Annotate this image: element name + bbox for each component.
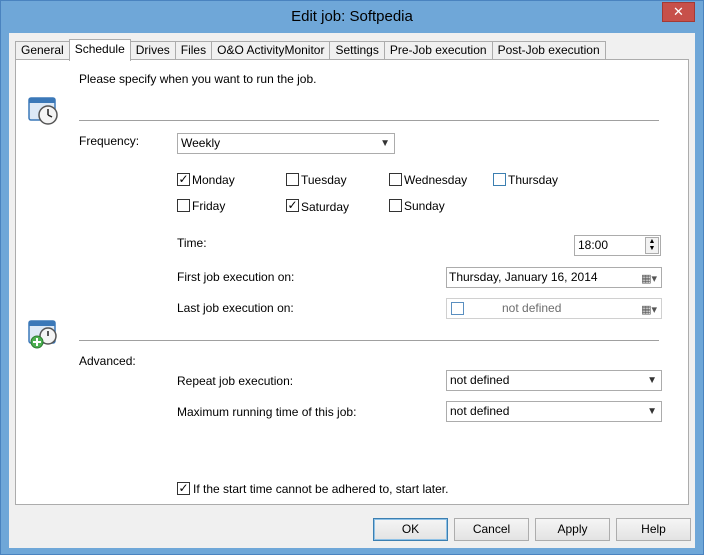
divider bbox=[79, 340, 659, 341]
close-button[interactable]: ✕ bbox=[662, 2, 695, 22]
schedule-clock-icon bbox=[28, 97, 58, 125]
last-execution-enable-checkbox[interactable] bbox=[451, 302, 464, 315]
tuesday-checkbox[interactable] bbox=[286, 173, 299, 186]
friday-checkbox[interactable] bbox=[177, 199, 190, 212]
time-value: 18:00 bbox=[578, 238, 609, 252]
max-running-time-select[interactable]: not defined ▼ bbox=[446, 401, 662, 422]
title-bar[interactable]: Edit job: Softpedia ✕ bbox=[1, 1, 703, 33]
repeat-execution-select[interactable]: not defined ▼ bbox=[446, 370, 662, 391]
tuesday-label: Tuesday bbox=[301, 173, 347, 187]
calendar-icon[interactable]: ▦▾ bbox=[641, 301, 657, 320]
thursday-checkbox[interactable] bbox=[493, 173, 506, 186]
ok-button[interactable]: OK bbox=[373, 518, 448, 541]
frequency-select[interactable]: Weekly ▼ bbox=[177, 133, 395, 154]
repeat-execution-value: not defined bbox=[450, 373, 510, 387]
tab-files[interactable]: Files bbox=[174, 41, 213, 60]
chevron-down-icon: ▼ bbox=[380, 138, 390, 149]
sunday-label: Sunday bbox=[404, 199, 445, 213]
tab-settings[interactable]: Settings bbox=[329, 41, 385, 60]
saturday-checkbox[interactable]: ✓ bbox=[286, 199, 299, 212]
chevron-down-icon: ▼ bbox=[647, 375, 657, 386]
apply-button[interactable]: Apply bbox=[535, 518, 610, 541]
check-icon: ✓ bbox=[178, 481, 189, 495]
sunday-checkbox[interactable] bbox=[389, 199, 402, 212]
check-icon: ✓ bbox=[287, 198, 298, 212]
frequency-value: Weekly bbox=[181, 136, 221, 150]
start-later-checkbox[interactable]: ✓ bbox=[177, 482, 190, 495]
saturday-label: Saturday bbox=[301, 200, 350, 214]
time-label: Time: bbox=[177, 236, 207, 250]
last-execution-label: Last job execution on: bbox=[177, 301, 294, 315]
repeat-execution-label: Repeat job execution: bbox=[177, 374, 294, 388]
first-execution-date-picker[interactable]: Thursday, January 16, 2014 ▦▾ bbox=[446, 267, 662, 288]
monday-label: Monday bbox=[192, 173, 235, 187]
spin-up-icon[interactable]: ▲ bbox=[646, 238, 658, 245]
friday-label: Friday bbox=[192, 199, 226, 213]
advanced-label: Advanced: bbox=[79, 354, 136, 368]
schedule-panel: Please specify when you want to run the … bbox=[15, 59, 689, 505]
wednesday-checkbox[interactable] bbox=[389, 173, 402, 186]
frequency-label: Frequency: bbox=[79, 134, 140, 148]
check-icon: ✓ bbox=[178, 172, 189, 186]
tab-strip: General Schedule Drives Files O&O Activi… bbox=[15, 39, 606, 61]
dialog-window: Edit job: Softpedia ✕ General Schedule D… bbox=[0, 0, 704, 555]
max-running-time-value: not defined bbox=[450, 404, 510, 418]
tab-schedule[interactable]: Schedule bbox=[68, 39, 131, 61]
cancel-button[interactable]: Cancel bbox=[454, 518, 529, 541]
close-icon: ✕ bbox=[673, 4, 684, 19]
dialog-client: General Schedule Drives Files O&O Activi… bbox=[9, 33, 695, 548]
help-button[interactable]: Help bbox=[616, 518, 691, 541]
tab-drives[interactable]: Drives bbox=[129, 41, 176, 60]
first-execution-value: Thursday, January 16, 2014 bbox=[449, 270, 598, 284]
first-execution-label: First job execution on: bbox=[177, 270, 295, 284]
spin-buttons[interactable]: ▲ ▼ bbox=[645, 237, 659, 254]
monday-checkbox[interactable]: ✓ bbox=[177, 173, 190, 186]
start-later-label: If the start time cannot be adhered to, … bbox=[193, 482, 449, 496]
calendar-icon[interactable]: ▦▾ bbox=[641, 270, 657, 289]
max-running-time-label: Maximum running time of this job: bbox=[177, 405, 357, 419]
time-stepper[interactable]: 18:00 ▲ ▼ bbox=[574, 235, 661, 256]
tab-activitymonitor[interactable]: O&O ActivityMonitor bbox=[211, 41, 331, 60]
last-execution-date-picker[interactable]: not defined ▦▾ bbox=[446, 298, 662, 319]
spin-down-icon[interactable]: ▼ bbox=[646, 245, 658, 252]
tab-pre-job[interactable]: Pre-Job execution bbox=[383, 41, 493, 60]
divider bbox=[79, 120, 659, 121]
advanced-schedule-icon bbox=[28, 320, 57, 349]
last-execution-value: not defined bbox=[502, 301, 562, 315]
tab-general[interactable]: General bbox=[15, 41, 70, 60]
chevron-down-icon: ▼ bbox=[647, 406, 657, 417]
thursday-label: Thursday bbox=[508, 173, 559, 187]
tab-post-job[interactable]: Post-Job execution bbox=[491, 41, 606, 60]
schedule-intro-text: Please specify when you want to run the … bbox=[79, 72, 317, 86]
wednesday-label: Wednesday bbox=[404, 173, 468, 187]
window-title: Edit job: Softpedia bbox=[291, 8, 413, 25]
